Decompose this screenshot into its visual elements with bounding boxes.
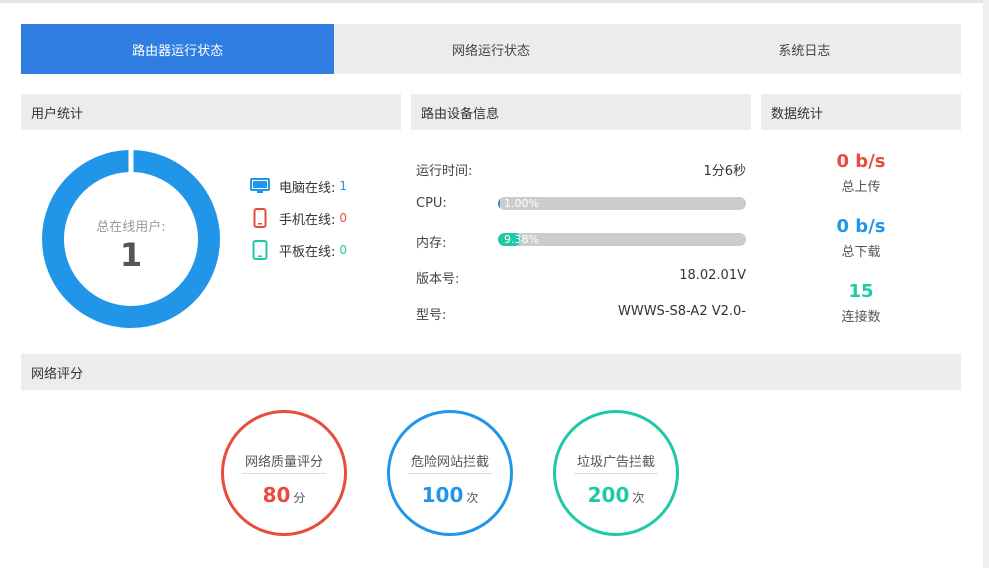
score-divider (242, 473, 326, 474)
dangerous-sites-value: 100 (421, 483, 464, 507)
upload-rate-value: 0 b/s (836, 151, 886, 172)
legend-pc-online: 电脑在线: 1 (250, 176, 347, 196)
spam-ads-blocked-circle: 垃圾广告拦截 200 次 (553, 410, 679, 536)
online-users-label: 总在线用户: (96, 220, 166, 235)
tab-router-status[interactable]: 路由器运行状态 (21, 24, 335, 74)
network-score-header: 网络评分 (21, 354, 961, 390)
legend-tablet-online: 平板在线: 0 (250, 240, 347, 260)
cpu-label: CPU: (416, 196, 447, 211)
data-stats-header: 数据统计 (761, 94, 961, 130)
legend-pc-count: 1 (339, 179, 348, 193)
connections-value: 15 (848, 281, 874, 302)
dangerous-sites-title: 危险网站拦截 (410, 455, 489, 470)
uptime-label: 运行时间: (416, 164, 473, 179)
tab-system-log[interactable]: 系统日志 (648, 24, 961, 74)
monitor-icon (250, 176, 270, 196)
memory-usage-text: 9.38% (504, 233, 539, 246)
cpu-usage-fill (498, 197, 501, 210)
cpu-usage-bar: 1.00% (498, 197, 746, 210)
user-stats-title: 用户统计 (31, 106, 84, 122)
spam-ads-title: 垃圾广告拦截 (576, 455, 655, 470)
tablet-icon (250, 240, 270, 260)
version-label: 版本号: (416, 272, 460, 287)
version-value: 18.02.01V (679, 268, 746, 283)
network-score-title: 网络评分 (31, 366, 84, 382)
online-users-total: 1 (119, 236, 143, 274)
spam-ads-value: 200 (587, 483, 630, 507)
dangerous-sites-unit: 次 (466, 491, 479, 505)
scrollbar-track[interactable] (983, 0, 989, 568)
device-info-header: 路由设备信息 (411, 94, 751, 130)
model-value: WWWS-S8-A2 V2.0- (618, 304, 746, 319)
legend-phone-label: 手机在线: (279, 212, 336, 228)
network-quality-title: 网络质量评分 (244, 455, 323, 470)
tab-network-status[interactable]: 网络运行状态 (334, 24, 647, 74)
score-divider (408, 473, 492, 474)
uptime-value: 1分6秒 (703, 164, 746, 179)
dangerous-sites-blocked-circle: 危险网站拦截 100 次 (387, 410, 513, 536)
user-stats-header: 用户统计 (21, 94, 401, 130)
donut-gap (128, 150, 134, 174)
cpu-usage-text: 1.00% (504, 197, 539, 210)
network-quality-value: 80 (262, 483, 291, 507)
legend-phone-count: 0 (339, 211, 348, 225)
data-stats-title: 数据统计 (771, 106, 824, 122)
network-quality-unit: 分 (293, 491, 306, 505)
device-info-title: 路由设备信息 (421, 106, 500, 122)
top-divider (0, 0, 989, 3)
legend-phone-online: 手机在线: 0 (250, 208, 347, 228)
upload-rate-label: 总上传 (841, 180, 881, 195)
connections-label: 连接数 (841, 310, 881, 325)
legend-tablet-label: 平板在线: (279, 244, 336, 260)
memory-usage-bar: 9.38% (498, 233, 746, 246)
download-rate-value: 0 b/s (836, 216, 886, 237)
spam-ads-unit: 次 (632, 491, 645, 505)
memory-label: 内存: (416, 236, 447, 251)
network-quality-score-circle: 网络质量评分 80 分 (221, 410, 347, 536)
model-label: 型号: (416, 308, 447, 323)
tab-bar: 路由器运行状态 网络运行状态 系统日志 (21, 24, 961, 74)
download-rate-label: 总下载 (841, 245, 881, 260)
legend-pc-label: 电脑在线: (279, 180, 336, 196)
phone-icon (250, 208, 270, 228)
legend-tablet-count: 0 (339, 243, 348, 257)
score-divider (574, 473, 658, 474)
